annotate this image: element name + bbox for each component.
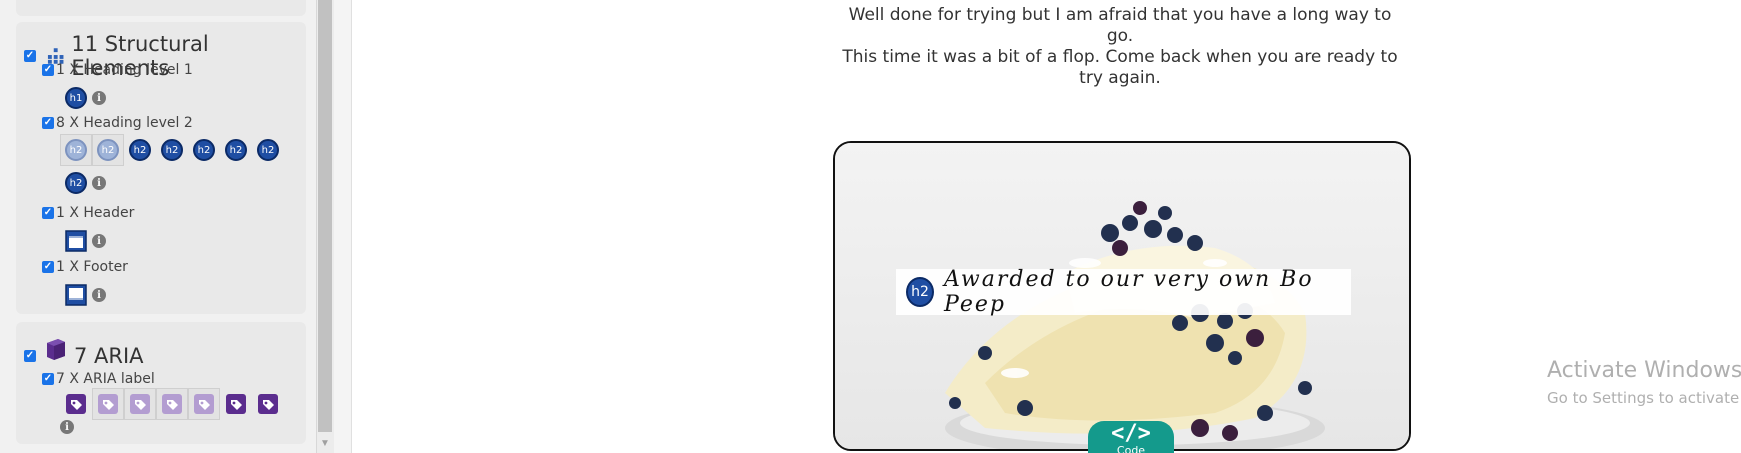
aria-label-item[interactable]: [188, 388, 220, 420]
scroll-down-arrow-icon[interactable]: ▼: [318, 438, 332, 450]
h1-badge-icon: h1: [65, 87, 87, 109]
sidebar-gutter: [334, 0, 352, 453]
sidebar-scrollbar-thumb[interactable]: [318, 0, 332, 432]
heading-level-1-icons: h1 i: [60, 82, 106, 114]
info-icon[interactable]: i: [92, 91, 106, 105]
aria-info-row: i: [60, 420, 74, 434]
aria-label-item[interactable]: [252, 388, 284, 420]
info-icon[interactable]: i: [92, 176, 106, 190]
activate-windows-watermark: Activate Windows Go to Settings to activ…: [1547, 358, 1741, 407]
tag-icon: [194, 394, 214, 414]
aria-label-item[interactable]: [124, 388, 156, 420]
watermark-subtitle: Go to Settings to activate Windows.: [1547, 389, 1741, 407]
aria-checkbox[interactable]: [24, 350, 36, 362]
tag-icon: [130, 394, 150, 414]
aria-header: 7 ARIA: [24, 330, 144, 368]
h2-badge-icon: h2: [65, 172, 87, 194]
image-heading-text: Awarded to our very own Bo Peep: [944, 267, 1314, 317]
tag-icon: [66, 394, 86, 414]
tag-icon: [98, 394, 118, 414]
footer-label: 1 X Footer: [56, 259, 128, 275]
aria-card: 7 ARIA 7 X ARIA label i: [16, 322, 306, 444]
h2-badge-icon: h2: [65, 139, 87, 161]
h2-item[interactable]: h2: [124, 134, 156, 166]
footer-icons: i: [60, 279, 106, 311]
heading-level-2-label: 8 X Heading level 2: [56, 115, 193, 131]
aria-label-icons: [60, 388, 284, 420]
h2-item[interactable]: h2: [60, 134, 92, 166]
header-landmark-icon: [65, 230, 87, 252]
aria-title: 7 ARIA: [74, 344, 144, 368]
h2-badge-icon: h2: [161, 139, 183, 161]
heading-level-2-icons-row2: h2 i: [60, 167, 106, 199]
watermark-title: Activate Windows: [1547, 358, 1741, 383]
h2-item[interactable]: h2: [188, 134, 220, 166]
aria-cube-icon: [47, 339, 65, 360]
info-icon[interactable]: i: [60, 420, 74, 434]
header-row: 1 X Header: [42, 205, 134, 221]
aria-label-checkbox[interactable]: [42, 373, 54, 385]
result-message: Well done for trying but I am afraid tha…: [840, 5, 1400, 89]
heading-level-2-row: 8 X Heading level 2: [42, 115, 193, 131]
code-icon: </>: [1111, 421, 1151, 446]
results-sidebar: 11 Structural Elements 1 X Heading level…: [0, 0, 316, 453]
header-label: 1 X Header: [56, 205, 135, 221]
header-icons: i: [60, 225, 106, 257]
image-heading: h2 Awarded to our very own Bo Peep: [896, 267, 1351, 317]
info-icon[interactable]: i: [92, 288, 106, 302]
aria-label-item[interactable]: [92, 388, 124, 420]
sidebar-panel: 11 Structural Elements 1 X Heading level…: [0, 0, 316, 453]
footer-checkbox[interactable]: [42, 261, 54, 273]
h2-badge-icon: h2: [129, 139, 151, 161]
aria-label-item[interactable]: [156, 388, 188, 420]
h2-item[interactable]: h2: [92, 134, 124, 166]
heading-level-1-label: 1 X Heading level 1: [56, 62, 193, 78]
aria-label-label: 7 X ARIA label: [56, 371, 155, 387]
footer-row: 1 X Footer: [42, 259, 128, 275]
tag-icon: [258, 394, 278, 414]
aria-label-row: 7 X ARIA label: [42, 371, 155, 387]
h2-badge-icon[interactable]: h2: [906, 277, 935, 307]
heading-level-2-checkbox[interactable]: [42, 117, 54, 129]
structural-elements-checkbox[interactable]: [24, 50, 36, 62]
heading-level-1-row: 1 X Heading level 1: [42, 62, 193, 78]
h2-badge-icon: h2: [257, 139, 279, 161]
aria-label-item[interactable]: [220, 388, 252, 420]
tag-icon: [162, 394, 182, 414]
h2-item[interactable]: h2: [252, 134, 284, 166]
heading-level-1-checkbox[interactable]: [42, 64, 54, 76]
footer-item[interactable]: [60, 279, 92, 311]
cake-image-frame: h2 Awarded to our very own Bo Peep: [833, 141, 1411, 451]
result-message-line-1: Well done for trying but I am afraid tha…: [848, 5, 1392, 46]
tag-icon: [226, 394, 246, 414]
h2-badge-icon: h2: [97, 139, 119, 161]
h2-item[interactable]: h2: [156, 134, 188, 166]
result-message-line-2: This time it was a bit of a flop. Come b…: [842, 47, 1398, 88]
h2-badge-icon: h2: [193, 139, 215, 161]
h2-badge-icon: h2: [225, 139, 247, 161]
info-icon[interactable]: i: [92, 234, 106, 248]
previous-card: [16, 0, 306, 16]
code-label: Code: [1116, 444, 1146, 453]
h2-item[interactable]: h2: [60, 167, 92, 199]
heading-level-2-icons: h2 h2 h2 h2 h2 h2 h2: [60, 134, 284, 166]
header-checkbox[interactable]: [42, 207, 54, 219]
code-button[interactable]: </> Code: [1088, 421, 1174, 453]
footer-landmark-icon: [65, 284, 87, 306]
structural-elements-card: 11 Structural Elements 1 X Heading level…: [16, 22, 306, 314]
aria-label-item[interactable]: [60, 388, 92, 420]
header-item[interactable]: [60, 225, 92, 257]
h2-item[interactable]: h2: [220, 134, 252, 166]
h1-item[interactable]: h1: [60, 82, 92, 114]
